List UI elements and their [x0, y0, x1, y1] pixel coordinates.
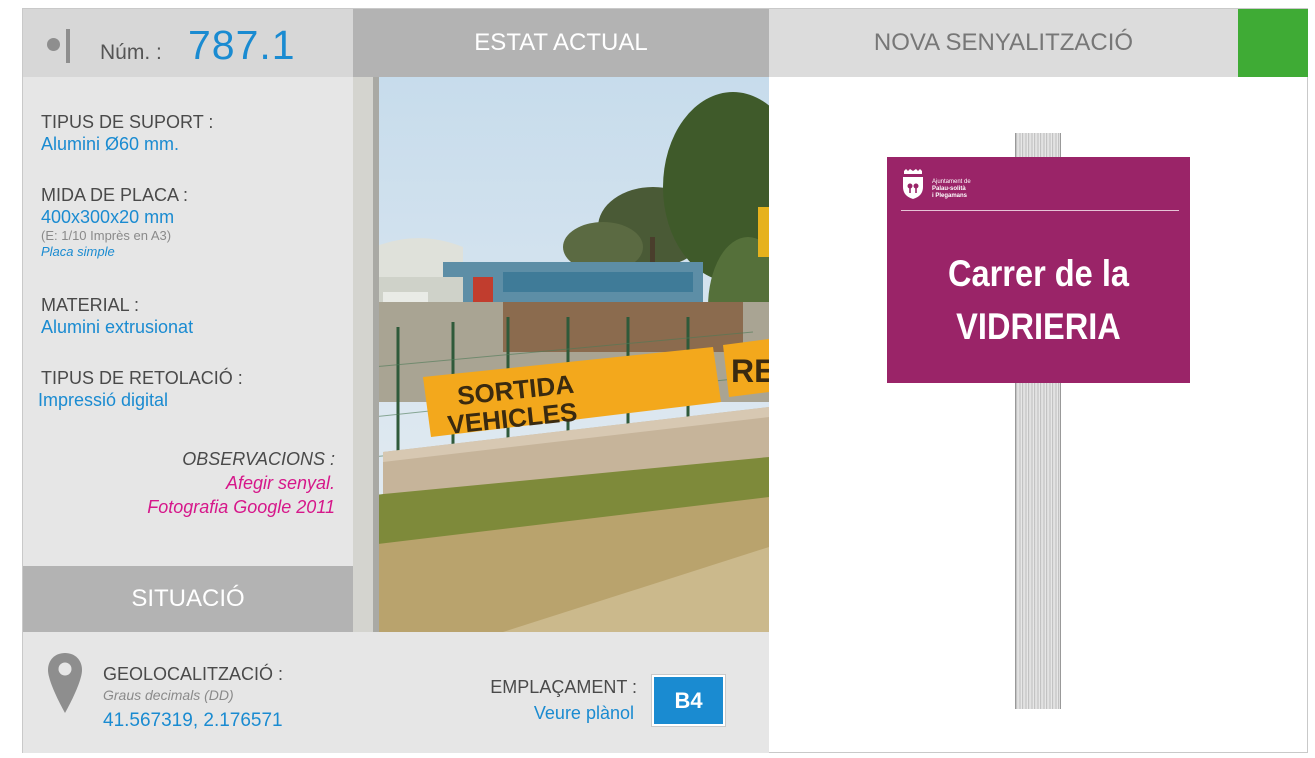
bullet-dot-icon: [47, 38, 60, 51]
street-name-line-1: Carrer de la: [947, 253, 1129, 294]
geolocalitzacio-subtitle: Graus decimals (DD): [103, 687, 234, 703]
situacio-header: SITUACIÓ: [23, 566, 353, 632]
geolocalitzacio-label: GEOLOCALITZACIÓ :: [103, 664, 284, 684]
banner-text-3: RE: [731, 353, 769, 389]
re-banner: RE: [723, 339, 769, 397]
street-name-line-2: VIDRIERIA: [956, 306, 1121, 347]
street-photo: SORTIDA VEHICLES RE: [353, 77, 769, 632]
org-line-1: Ajuntament de: [932, 179, 971, 185]
observacions-line-1: Afegir senyal.: [225, 473, 335, 493]
municipality-name: Ajuntament de Palau-solità i Plegamans: [932, 179, 971, 200]
estat-actual-header: ESTAT ACTUAL: [353, 9, 769, 77]
tipus-suport-value: Alumini Ø60 mm.: [41, 134, 180, 154]
number-header: Núm. : 787.1: [23, 9, 353, 77]
observacions-block: OBSERVACIONS : Afegir senyal. Fotografia…: [23, 447, 335, 519]
number-value: 787.1: [188, 22, 296, 68]
mida-placa-field: MIDA DE PLACA : 400x300x20 mm (E: 1/10 I…: [41, 184, 188, 260]
mida-placa-value: 400x300x20 mm: [41, 207, 175, 227]
material-field: MATERIAL : Alumini extrusionat: [41, 294, 193, 338]
retolacio-field: TIPUS DE RETOLACIÓ : Impressió digital: [38, 367, 243, 411]
number-label: Núm. :: [100, 41, 162, 64]
org-line-3: i Plegamans: [932, 193, 968, 199]
street-photo-drawing: SORTIDA VEHICLES RE: [353, 77, 769, 632]
retolacio-label: TIPUS DE RETOLACIÓ :: [41, 368, 243, 388]
observacions-label: OBSERVACIONS :: [182, 449, 335, 469]
street-sign-plate: Ajuntament de Palau-solità i Plegamans C…: [887, 157, 1190, 383]
plate-divider: [901, 210, 1179, 211]
plan-location-badge: B4: [652, 675, 725, 726]
veure-planol-link[interactable]: Veure plànol: [534, 703, 634, 724]
map-pin-icon: [48, 653, 82, 713]
material-value: Alumini extrusionat: [41, 317, 194, 337]
observacions-line-2: Fotografia Google 2011: [147, 497, 335, 517]
nova-senyalitzacio-header: NOVA SENYALITZACIÓ: [769, 9, 1238, 77]
municipal-crest-icon: [903, 169, 923, 199]
green-accent-block: [1238, 9, 1308, 77]
bullet-bar-icon: [66, 29, 70, 63]
mida-placa-note: (E: 1/10 Imprès en A3): [41, 228, 172, 243]
material-label: MATERIAL :: [41, 295, 140, 315]
geolocalitzacio-value: 41.567319, 2.176571: [103, 710, 283, 731]
mida-placa-type: Placa simple: [41, 244, 115, 259]
emplacament-label: EMPLAÇAMENT :: [490, 677, 637, 697]
tipus-suport-label: TIPUS DE SUPORT :: [41, 112, 214, 132]
mida-placa-label: MIDA DE PLACA :: [41, 185, 189, 205]
org-line-2: Palau-solità: [932, 186, 966, 192]
retolacio-value: Impressió digital: [38, 390, 169, 410]
tipus-suport-field: TIPUS DE SUPORT : Alumini Ø60 mm.: [41, 111, 213, 155]
